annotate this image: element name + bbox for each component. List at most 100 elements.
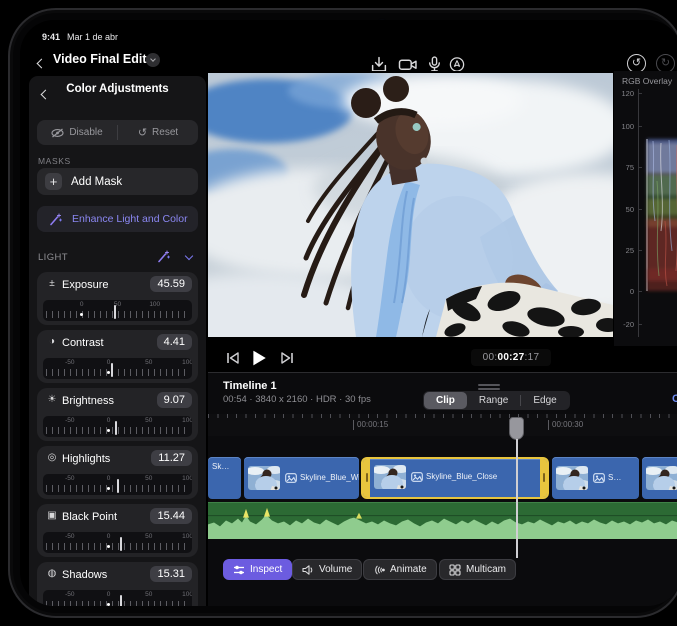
clip-label: S… <box>608 473 621 482</box>
clip-edge-partial[interactable] <box>642 457 677 499</box>
slider-value[interactable]: 9.07 <box>157 392 192 408</box>
slider-label: Contrast <box>62 337 104 349</box>
slider-ruler[interactable]: 050100 <box>43 300 192 321</box>
timeline-toolbar: Inspect Volume Animate Multicam <box>208 559 677 581</box>
slider-brightness: ☀ Brightness 9.07 -50050100 <box>37 388 198 441</box>
magic-wand-icon <box>49 213 62 226</box>
timeline-meta: 00:54 · 3840 x 2160 · HDR · 30 fps <box>223 394 371 405</box>
slider-label: Brightness <box>62 395 114 407</box>
slider-value[interactable]: 4.41 <box>157 334 192 350</box>
next-frame-button[interactable] <box>279 351 295 365</box>
back-chevron-icon[interactable] <box>38 54 45 72</box>
disable-button[interactable]: Disable <box>37 120 117 145</box>
clips-track: Sk… Skyline_Blue_Wide Skyline_Blue_Close <box>208 457 677 499</box>
project-menu-button[interactable] <box>146 53 160 67</box>
slider-label: Shadows <box>62 569 107 581</box>
timeline-area: Timeline 1 00:54 · 3840 x 2160 · HDR · 3… <box>208 372 677 606</box>
screen: 9:41 Mar 1 de abr Video Final Edit ↺ ↻ C… <box>20 20 677 606</box>
timecode-main: 00:27 <box>497 352 524 363</box>
animate-button[interactable]: Animate <box>363 559 437 580</box>
light-label: LIGHT <box>38 252 68 263</box>
add-mask-button[interactable]: + Add Mask <box>37 168 198 195</box>
slider-ruler[interactable]: -50050100 <box>43 590 192 606</box>
clip-thumbnail <box>556 466 588 490</box>
enhance-light-color-button[interactable]: Enhance Light and Color <box>37 206 198 232</box>
clip-skyline-blue-wide[interactable]: Skyline_Blue_Wide <box>244 457 359 499</box>
clip-thumbnail <box>646 466 677 490</box>
multicam-button[interactable]: Multicam <box>439 559 516 580</box>
slider-contrast: ◑ Contrast 4.41 -50050100 <box>37 330 198 383</box>
status-time: 9:41 <box>42 32 60 42</box>
slider-exposure: ± Exposure 45.59 050100 <box>37 272 198 325</box>
slider-value[interactable]: 15.44 <box>150 508 192 524</box>
disable-label: Disable <box>69 127 102 138</box>
scope-tick: 0 <box>614 287 634 296</box>
reset-button[interactable]: ↺ Reset <box>118 120 198 145</box>
clip-s-truncated[interactable]: S… <box>552 457 639 499</box>
volume-button[interactable]: Volume <box>292 559 362 580</box>
audio-track[interactable] <box>208 502 677 539</box>
timeline-drag-handle[interactable] <box>478 384 500 390</box>
video-preview[interactable] <box>208 71 613 346</box>
black-point-icon: ▣ <box>46 510 58 521</box>
trim-handle-right[interactable] <box>540 459 547 497</box>
slider-ruler[interactable]: -50050100 <box>43 474 192 495</box>
enhance-label: Enhance Light and Color <box>72 213 188 225</box>
inspect-label: Inspect <box>250 564 282 575</box>
slider-highlights: ◎ Highlights 11.27 -50050100 <box>37 446 198 499</box>
panel-header: Color Adjustments <box>29 76 206 102</box>
clipped-right-button[interactable]: C <box>672 393 677 405</box>
timeline-ruler[interactable]: 00:00:15 00:00:30 <box>208 414 677 436</box>
scope-tick: 120 <box>614 89 634 98</box>
slider-label: Exposure <box>62 279 108 291</box>
light-section-header: LIGHT <box>38 250 198 264</box>
volume-label: Volume <box>319 564 352 575</box>
inspect-button[interactable]: Inspect <box>223 559 292 580</box>
color-adjustments-panel: Color Adjustments Disable ↺ Reset MASKS … <box>29 76 206 606</box>
timecode-hours: 00: <box>483 352 498 363</box>
playhead-line <box>516 439 518 558</box>
project-title[interactable]: Video Final Edit <box>53 52 147 66</box>
waveform-trace <box>639 71 677 346</box>
slider-label: Black Point <box>62 511 117 523</box>
animate-label: Animate <box>390 564 427 575</box>
collapse-chevron-icon[interactable] <box>185 252 193 260</box>
ruler-label: 00:00:30 <box>548 420 583 430</box>
chevron-down-icon <box>150 56 156 62</box>
slider-ruler[interactable]: -50050100 <box>43 532 192 553</box>
clip-skyline-partial[interactable]: Sk… <box>208 457 241 499</box>
reset-icon: ↺ <box>138 126 147 139</box>
slider-value[interactable]: 15.31 <box>150 566 192 582</box>
slider-ruler[interactable]: -50050100 <box>43 416 192 437</box>
highlights-icon: ◎ <box>46 452 58 463</box>
previous-frame-button[interactable] <box>225 351 241 365</box>
slider-black-point: ▣ Black Point 15.44 -50050100 <box>37 504 198 557</box>
shadows-icon: ◍ <box>46 568 58 579</box>
playhead-handle[interactable] <box>509 417 524 440</box>
slider-value[interactable]: 11.27 <box>151 450 192 466</box>
eye-off-icon <box>51 128 64 138</box>
reset-label: Reset <box>152 127 178 138</box>
trim-handle-left[interactable] <box>363 459 370 497</box>
ipad-device-frame: 9:41 Mar 1 de abr Video Final Edit ↺ ↻ C… <box>8 8 677 618</box>
slider-ruler[interactable]: -50050100 <box>43 358 192 379</box>
mode-range[interactable]: Range <box>467 392 520 409</box>
panel-title: Color Adjustments <box>29 83 206 95</box>
timecode-display[interactable]: 00:00:27:17 <box>471 349 551 366</box>
plus-icon: + <box>45 173 62 190</box>
scope-tick: 50 <box>614 205 634 214</box>
multicam-label: Multicam <box>466 564 506 575</box>
slider-value[interactable]: 45.59 <box>150 276 192 292</box>
auto-enhance-icon[interactable] <box>157 250 170 263</box>
timecode-frames: :17 <box>525 352 540 363</box>
clip-skyline-blue-close-selected[interactable]: Skyline_Blue_Close <box>361 457 549 499</box>
contrast-icon: ◑ <box>46 336 58 347</box>
image-icon <box>285 473 297 483</box>
slider-label: Highlights <box>62 453 110 465</box>
brightness-icon: ☀ <box>46 394 58 405</box>
play-button[interactable] <box>250 349 268 367</box>
scope-tick: 75 <box>614 163 634 172</box>
mode-clip[interactable]: Clip <box>424 392 467 409</box>
mode-edge[interactable]: Edge <box>521 392 568 409</box>
edit-mode-segmented-control: Clip Range Edge <box>423 391 570 410</box>
